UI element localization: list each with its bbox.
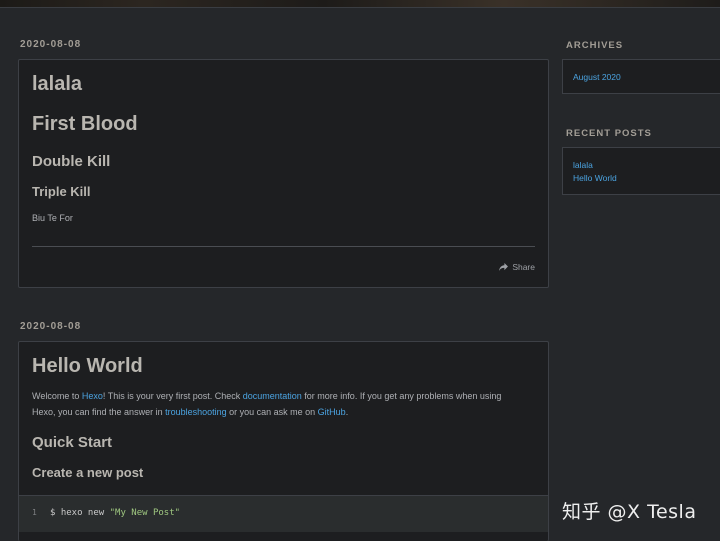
post-divider <box>32 246 535 247</box>
post-card-hello-world: Hello World Welcome to Hexo! This is you… <box>18 341 549 541</box>
heading-first-blood: First Blood <box>32 113 138 135</box>
share-icon <box>499 263 509 271</box>
intro-text: or you can ask me on <box>226 406 318 417</box>
line-number: 1 <box>32 508 37 517</box>
code-line: $ hexo new "My New Post" <box>50 508 180 518</box>
intro-text: Hexo, you can find the answer in <box>32 406 166 417</box>
archive-link-august-2020[interactable]: August 2020 <box>573 72 621 82</box>
recent-posts-title: RECENT POSTS <box>566 128 652 139</box>
code-command: $ hexo new <box>50 508 110 518</box>
intro-text: ! This is your very first post. Check <box>102 391 243 401</box>
heading-create-post: Create a new post <box>32 465 144 480</box>
heading-quick-start: Quick Start <box>32 434 113 451</box>
post-title[interactable]: lalala <box>32 73 535 96</box>
post-card-lalala: lalala First Blood Double Kill Triple Ki… <box>18 59 549 288</box>
recent-post-link-hello-world[interactable]: Hello World <box>573 172 710 185</box>
documentation-link[interactable]: documentation <box>243 391 302 401</box>
recent-post-link-lalala[interactable]: lalala <box>573 159 710 172</box>
share-label: Share <box>512 262 535 272</box>
post-intro: Welcome to Hexo! This is your very first… <box>32 389 535 420</box>
heading-double-kill: Double Kill <box>32 153 111 170</box>
hexo-link[interactable]: Hexo <box>82 391 103 401</box>
intro-text: Welcome to <box>32 391 82 401</box>
github-link[interactable]: GitHub <box>318 407 346 417</box>
intro-text: for more info. If you get any problems w… <box>301 391 502 401</box>
intro-text: . <box>345 406 349 417</box>
heading-triple-kill: Triple Kill <box>32 184 91 199</box>
header-banner <box>0 0 720 8</box>
post-text: Biu Te For <box>32 213 73 223</box>
archives-widget: August 2020 <box>562 59 720 94</box>
watermark: 知乎 @X Tesla <box>562 501 697 523</box>
recent-posts-widget: lalala Hello World <box>562 147 720 195</box>
code-block: 1 $ hexo new "My New Post" <box>19 495 548 532</box>
post-date: 2020-08-08 <box>20 39 82 50</box>
troubleshooting-link[interactable]: troubleshooting <box>165 407 227 417</box>
post-title[interactable]: Hello World <box>32 355 535 378</box>
post-date: 2020-08-08 <box>20 321 82 332</box>
code-string: "My New Post" <box>109 508 181 518</box>
archives-title: ARCHIVES <box>566 40 624 51</box>
share-button[interactable]: Share <box>499 262 535 272</box>
